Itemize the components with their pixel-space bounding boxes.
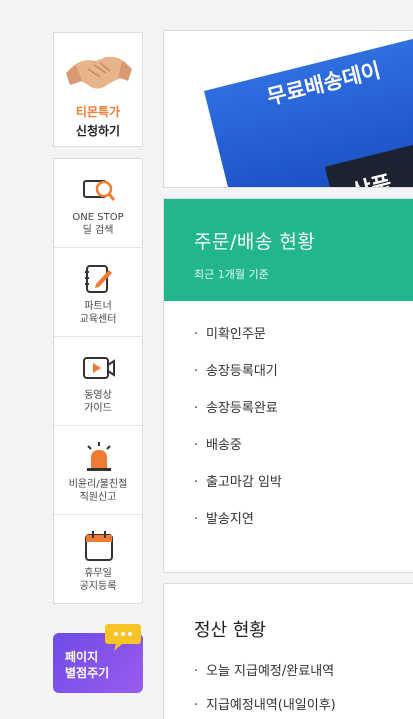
siren-icon [87, 442, 111, 471]
promo-title: 티몬특가 [75, 105, 121, 119]
status-item-invoice-done[interactable]: 송장등록완료 [194, 397, 413, 434]
menu-item-label: 파트너 교육센터 [79, 301, 117, 325]
settlement-item-scheduled[interactable]: 지급예정내역(내일이후) [194, 694, 336, 719]
order-status-title: 주문/배송 현황 [194, 231, 316, 253]
promo-subtitle: 신청하기 [75, 124, 121, 138]
menu-item-partner-education[interactable]: 파트너 교육센터 [54, 248, 142, 337]
calendar-icon [85, 531, 113, 561]
quick-menu: ONE STOP 딜 검색 파트너 교육센터 동영상 가이드 비윤리/불친절 직… [53, 158, 143, 604]
menu-item-report-staff[interactable]: 비윤리/불친절 직원신고 [54, 426, 142, 515]
status-item-invoice-pending[interactable]: 송장등록대기 [194, 360, 413, 397]
status-item-shipping[interactable]: 배송중 [194, 434, 413, 471]
settlement-list: 오늘 지급예정/완료내역 지급예정내역(내일이후) [194, 660, 336, 719]
order-status-header: 주문/배송 현황 최근 1개월 기준 [164, 199, 413, 301]
order-status-panel: 주문/배송 현황 최근 1개월 기준 미확인주문 송장등록대기 송장등록완료 배… [163, 198, 413, 573]
order-status-subtitle: 최근 1개월 기준 [194, 268, 269, 281]
menu-item-deal-search[interactable]: ONE STOP 딜 검색 [54, 159, 142, 248]
settlement-panel: 정산 현황 오늘 지급예정/완료내역 지급예정내역(내일이후) [163, 583, 413, 719]
menu-item-label: 동영상 가이드 [84, 390, 112, 414]
handshake-icon [66, 56, 132, 89]
settlement-item-today[interactable]: 오늘 지급예정/완료내역 [194, 660, 336, 694]
promo-banner[interactable]: 무료배송데이 상품 [163, 30, 413, 188]
status-item-unconfirmed[interactable]: 미확인주문 [194, 323, 413, 360]
search-icon [83, 180, 116, 201]
menu-item-holiday-notice[interactable]: 휴무일 공지등록 [54, 515, 142, 604]
promo-card[interactable]: 티몬특가 신청하기 [53, 32, 143, 147]
banner-headline: 무료배송데이 [264, 58, 383, 110]
settlement-title: 정산 현황 [194, 620, 266, 641]
status-item-release-deadline[interactable]: 출고마감 임박 [194, 471, 413, 508]
menu-item-label: 비윤리/불친절 직원신고 [68, 479, 128, 503]
menu-item-video-guide[interactable]: 동영상 가이드 [54, 337, 142, 426]
edit-note-icon [85, 265, 112, 293]
menu-item-label: ONE STOP 딜 검색 [72, 212, 124, 236]
video-play-icon [83, 357, 115, 379]
banner-tag: 상품 [348, 166, 395, 187]
chat-bubble-icon [105, 624, 141, 651]
order-status-list: 미확인주문 송장등록대기 송장등록완료 배송중 출고마감 임박 발송지연 [164, 301, 413, 545]
menu-item-label: 휴무일 공지등록 [79, 568, 117, 592]
status-item-delayed[interactable]: 발송지연 [194, 508, 413, 545]
